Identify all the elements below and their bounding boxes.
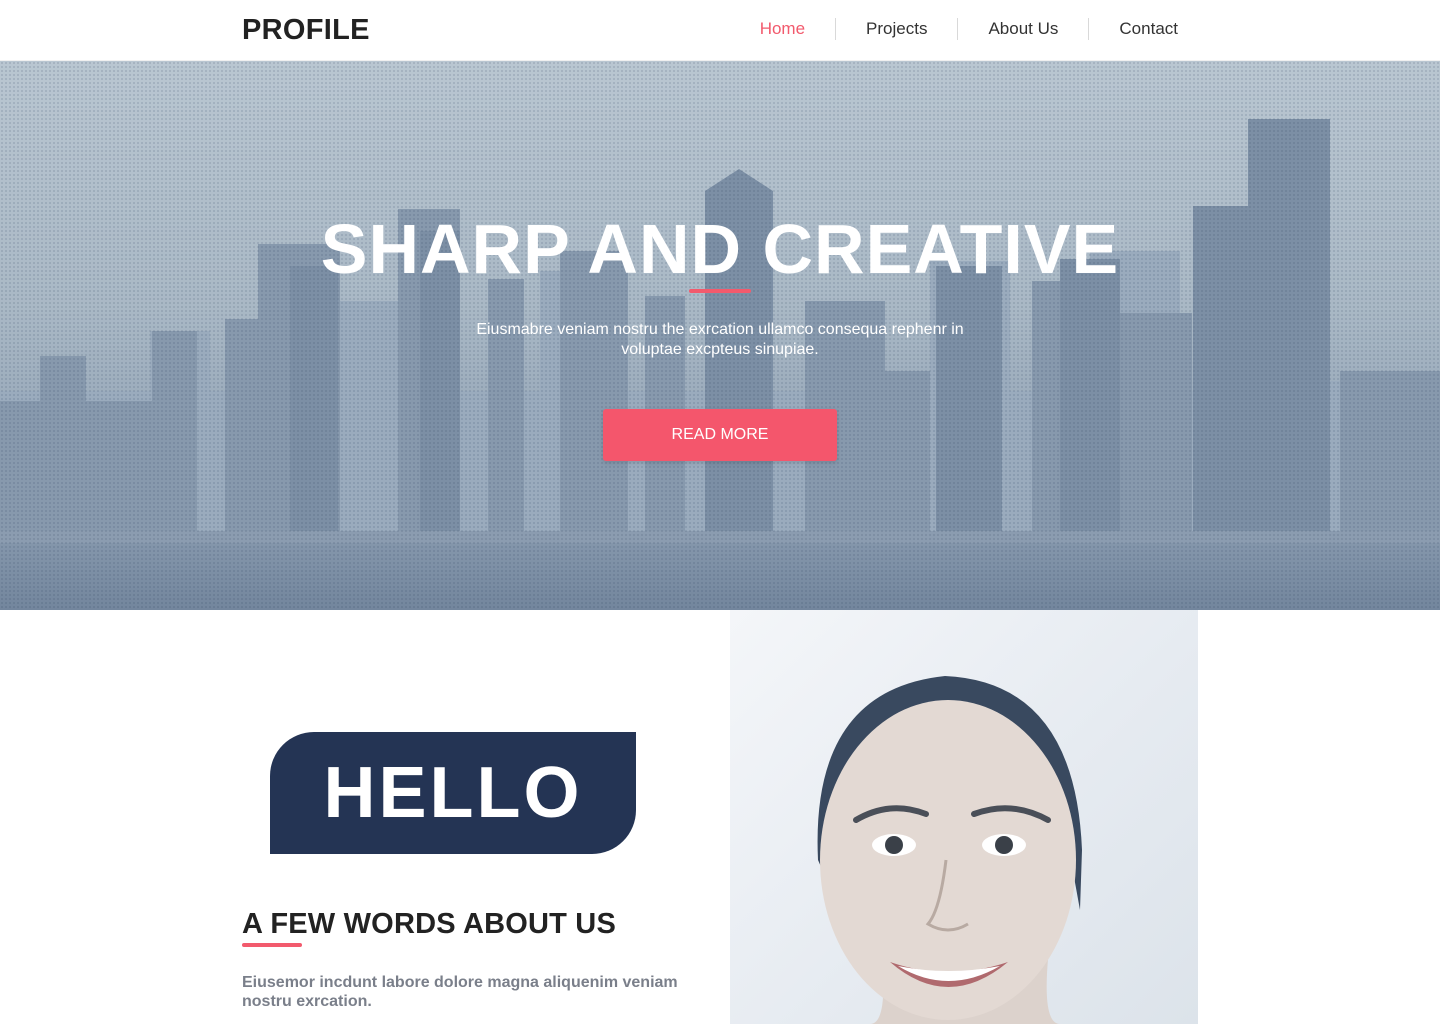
about-heading: A FEW WORDS ABOUT US xyxy=(242,908,616,940)
hello-badge: HELLO xyxy=(270,732,636,854)
portrait-image xyxy=(730,610,1198,1024)
site-logo[interactable]: PROFILE xyxy=(242,14,370,47)
hero-section: SHARP AND CREATIVE Eiusmabre veniam nost… xyxy=(0,61,1440,610)
site-header: PROFILE Home Projects About Us Contact xyxy=(0,0,1440,61)
nav-item-home[interactable]: Home xyxy=(730,18,835,40)
hero-title: SHARP AND CREATIVE xyxy=(320,210,1120,288)
nav-item-projects[interactable]: Projects xyxy=(835,18,957,40)
nav-item-about-us[interactable]: About Us xyxy=(957,18,1088,40)
read-more-button[interactable]: READ MORE xyxy=(603,409,837,461)
about-text: Eiusemor incdunt labore dolore magna ali… xyxy=(242,974,678,1010)
hero-title-underline xyxy=(689,289,751,293)
main-nav: Home Projects About Us Contact xyxy=(730,18,1178,40)
woman-portrait-illustration xyxy=(817,676,1082,1024)
about-heading-underline xyxy=(242,943,302,947)
hello-text: HELLO xyxy=(323,753,583,833)
hero-subtitle: Eiusmabre veniam nostru the exrcation ul… xyxy=(476,321,964,358)
nav-item-contact[interactable]: Contact xyxy=(1088,18,1178,40)
